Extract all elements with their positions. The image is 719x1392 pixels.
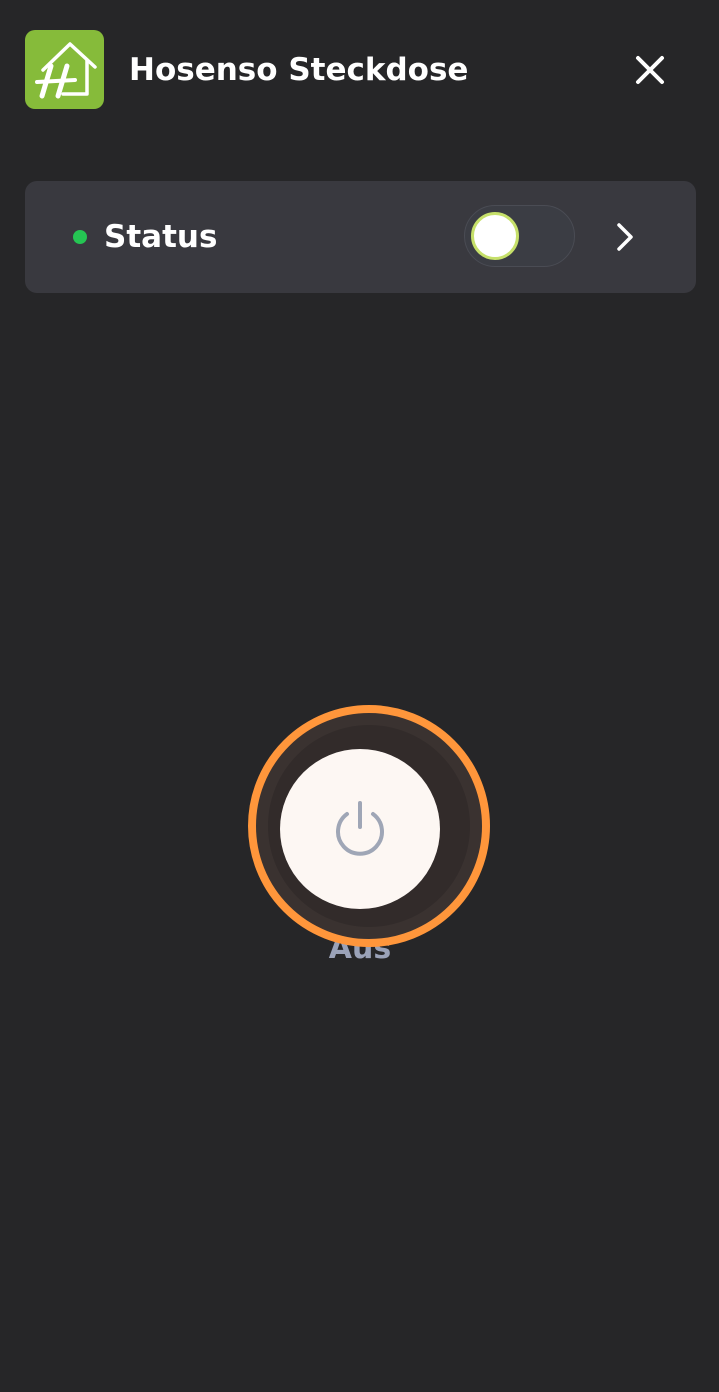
chevron-right-icon [617,223,633,251]
status-indicator-dot [73,230,87,244]
toggle-knob [471,212,519,260]
status-toggle[interactable] [464,205,575,267]
device-panel: Hosenso Steckdose Status Aus [0,0,719,1392]
status-details-button[interactable] [608,220,642,254]
house-logo-icon [35,42,97,99]
close-icon [636,56,664,84]
power-button[interactable] [280,749,440,909]
close-button[interactable] [630,50,670,90]
app-logo [25,30,104,109]
status-label: Status [104,219,218,255]
device-title: Hosenso Steckdose [129,52,469,88]
power-icon [336,801,384,856]
